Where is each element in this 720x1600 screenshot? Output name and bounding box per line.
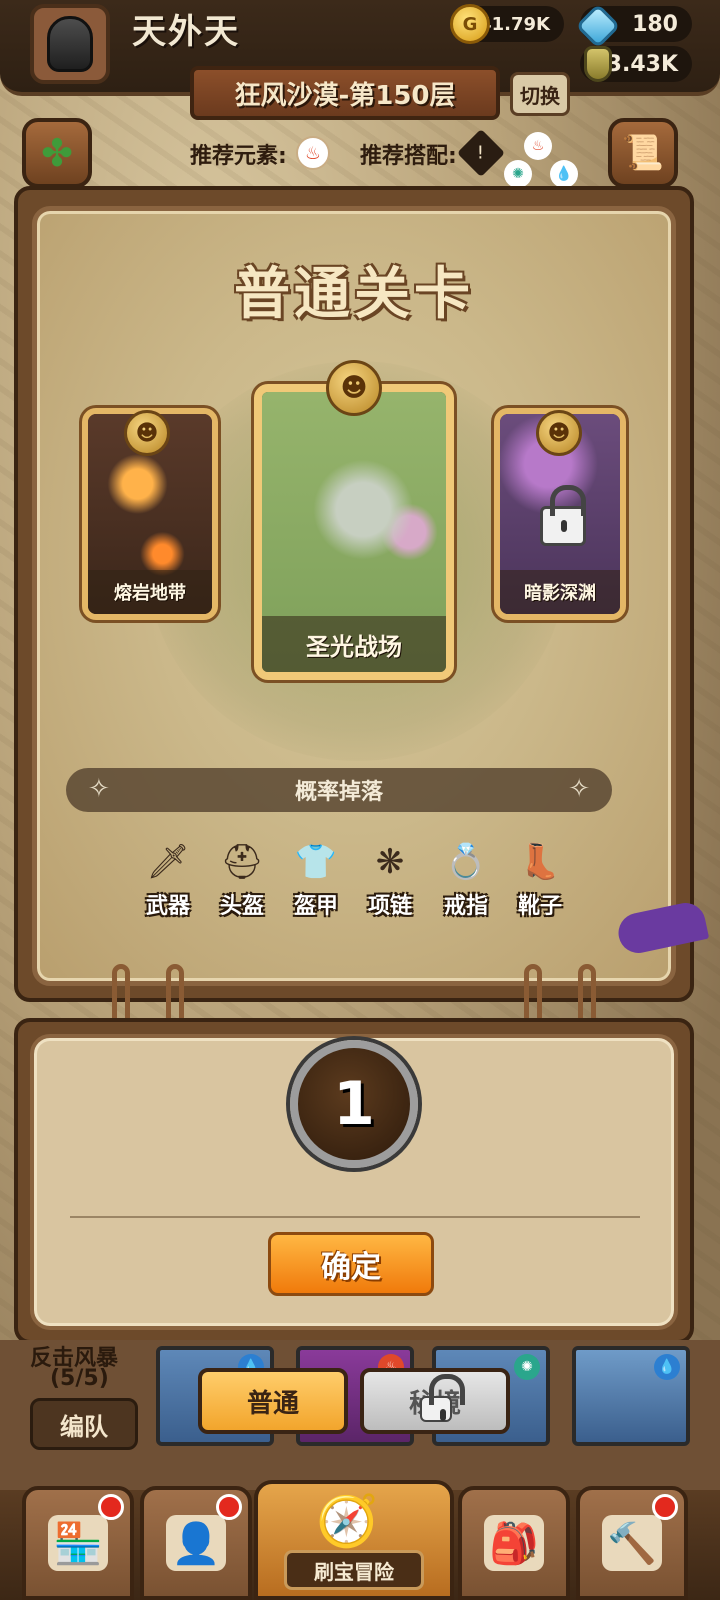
coin-icon: G — [450, 4, 490, 44]
drop-rate-title: 概率掉落 — [294, 780, 383, 805]
potion-icon — [584, 46, 612, 82]
potion-counter[interactable]: 3.43K — [580, 46, 692, 82]
armor-icon: 👕 — [294, 842, 338, 882]
nav-shop[interactable]: 🏪 — [22, 1486, 134, 1600]
hammer-icon: 🔨 — [602, 1515, 662, 1571]
nav-forge[interactable]: 🔨 — [576, 1486, 688, 1600]
sword-icon: 🗡 — [146, 842, 190, 882]
loot-label: 武器 — [145, 894, 190, 919]
stage-title: 狂风沙漠-第150层 — [190, 66, 500, 120]
loot-label: 戒指 — [443, 894, 488, 919]
hero-card[interactable]: 💧 — [572, 1346, 690, 1446]
shop-icon: 🏪 — [48, 1515, 108, 1571]
loot-label: 头盔 — [219, 894, 264, 919]
backpack-icon: 🎒 — [484, 1515, 544, 1571]
recommended-combo-label: 推荐搭配: — [360, 144, 457, 169]
nav-bag[interactable]: 🎒 — [458, 1486, 570, 1600]
stage-name-lava: 熔岩地带 — [88, 570, 212, 614]
water-element-icon: 💧 — [654, 1354, 680, 1380]
notification-dot — [98, 1494, 124, 1520]
panel-title: 普通关卡 — [234, 262, 474, 327]
water-combo-icon: 💧 — [550, 160, 578, 188]
ring-icon: 💍 — [444, 842, 488, 882]
fire-element-icon: ♨ — [296, 136, 330, 170]
quantity-divider — [70, 1216, 640, 1218]
drop-rate-bar: ✧ 概率掉落 ✧ — [66, 768, 612, 812]
nav-heroes[interactable]: 👤 — [140, 1486, 252, 1600]
storm-count: (5/5) — [50, 1366, 109, 1391]
player-name: 天外天 — [132, 12, 240, 52]
demon-emblem-icon: ☻ — [536, 410, 582, 456]
stage-card-holy[interactable]: 圣光战场 — [254, 384, 454, 680]
loot-label: 项链 — [367, 894, 412, 919]
confirm-button[interactable]: 确定 — [268, 1232, 434, 1296]
nav-adventure-label: 刷宝冒险 — [284, 1550, 424, 1590]
loot-armor: 👕 盔甲 — [284, 840, 348, 920]
loot-necklace: ❋ 项链 — [358, 840, 422, 920]
wind-element-icon: ✺ — [514, 1354, 540, 1380]
loot-boots: 👢 靴子 — [508, 840, 572, 920]
potion-value: 3.43K — [606, 51, 678, 77]
ornament-right-icon: ✧ — [568, 774, 590, 804]
wind-combo-icon: ✺ — [504, 160, 532, 188]
demon-emblem-icon: ☻ — [124, 410, 170, 456]
notification-dot — [652, 1494, 678, 1520]
formation-button[interactable]: 编队 — [30, 1398, 138, 1450]
hero-icon: 👤 — [166, 1515, 226, 1571]
gem-value: 180 — [632, 11, 678, 37]
switch-stage-button[interactable]: 切换 — [510, 72, 570, 116]
treasure-map-icon: 🧭 — [316, 1492, 379, 1550]
demon-emblem-icon: ☻ — [326, 360, 382, 416]
clover-icon: ✤ — [41, 131, 73, 175]
gem-counter[interactable]: 180 — [575, 3, 692, 49]
ornament-left-icon: ✧ — [88, 774, 110, 804]
loot-helmet: ⛑ 头盔 — [210, 840, 274, 920]
lock-icon — [540, 485, 586, 546]
coin-counter[interactable]: G 141.79K — [450, 4, 564, 44]
stage-name-holy: 圣光战场 — [262, 616, 446, 672]
stage-name-shadow: 暗影深渊 — [500, 570, 620, 614]
scroll-button[interactable]: 📜 — [608, 118, 678, 188]
lock-icon — [420, 1374, 465, 1422]
clover-button[interactable]: ✤ — [22, 118, 92, 188]
player-avatar[interactable] — [30, 4, 110, 84]
loot-ring: 💍 戒指 — [434, 840, 498, 920]
notification-dot — [216, 1494, 242, 1520]
fire-combo-icon: ♨ — [524, 132, 552, 160]
boot-icon: 👢 — [518, 842, 562, 882]
loot-weapon: 🗡 武器 — [136, 840, 200, 920]
normal-mode-button[interactable]: 普通 — [198, 1368, 348, 1434]
quantity-value: 1 — [290, 1040, 418, 1168]
helmet-icon — [47, 16, 93, 72]
scroll-icon: 📜 — [621, 133, 665, 173]
secret-mode-button[interactable]: 秘境 — [360, 1368, 510, 1434]
loot-label: 盔甲 — [293, 894, 338, 919]
recommended-element-label: 推荐元素: — [190, 144, 287, 169]
helmet-icon: ⛑ — [220, 842, 264, 882]
loot-label: 靴子 — [517, 894, 562, 919]
necklace-icon: ❋ — [375, 842, 405, 882]
